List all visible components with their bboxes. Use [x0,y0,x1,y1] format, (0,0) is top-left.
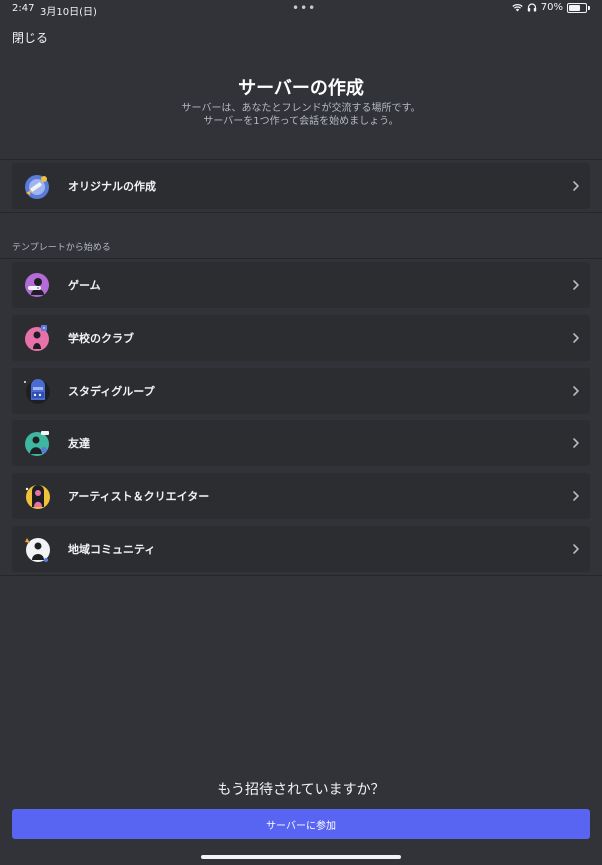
template-label: 学校のクラブ [68,332,134,345]
status-bar: 2:47 3月10日(日) ••• 70% [0,0,602,18]
wifi-icon [512,4,523,12]
already-invited-heading: もう招待されていますか？ [217,782,385,798]
battery-percent: 70% [540,2,563,13]
chevron-right-icon [573,181,579,191]
chevron-right-icon [573,438,579,448]
status-indicators: 70% [512,2,590,13]
subtitle-line-2: サーバーを1つ作って会話を始めましょう。 [203,116,399,127]
page-title: サーバーの作成 [238,78,364,99]
chevron-right-icon [573,386,579,396]
chevron-right-icon [573,491,579,501]
template-label: アーティスト＆クリエイター [68,490,210,503]
divider [0,575,602,576]
chevron-right-icon [573,280,579,290]
battery-cap [588,5,590,10]
page-subtitle: サーバーは、あなたとフレンドが交流する場所です。 サーバーを1つ作って会話を始め… [0,102,602,128]
battery-icon [567,2,587,13]
template-row-local-community[interactable]: 地域コミュニティ [12,526,590,572]
divider [0,212,602,213]
create-own-label: オリジナルの作成 [68,180,156,193]
template-section-label: テンプレートから始める [12,243,111,253]
school-club-icon [22,323,52,353]
template-row-friends[interactable]: 友達 [12,420,590,466]
chevron-right-icon [573,333,579,343]
divider [0,159,602,160]
template-label: 友達 [68,437,90,450]
status-time: 2:47 [12,3,35,14]
template-label: スタディグループ [68,385,155,398]
template-label: ゲーム [68,279,101,292]
status-date: 3月10日(日) [40,7,97,18]
artists-creators-icon [22,481,52,511]
study-group-icon [22,376,52,406]
home-indicator[interactable] [201,855,401,859]
friends-icon [22,428,52,458]
gaming-icon [22,270,52,300]
headphones-icon [527,3,536,12]
create-own-server-row[interactable]: オリジナルの作成 [12,163,590,209]
local-community-icon [22,534,52,564]
close-button[interactable]: 閉じる [12,29,48,46]
divider [0,258,602,259]
template-row-study-group[interactable]: スタディグループ [12,368,590,414]
join-server-button[interactable]: サーバーに参加 [12,809,590,839]
battery-level [569,4,581,11]
template-row-artists-creators[interactable]: アーティスト＆クリエイター [12,473,590,519]
template-row-gaming[interactable]: ゲーム [12,262,590,308]
template-label: 地域コミュニティ [68,543,156,556]
chevron-right-icon [573,544,579,554]
subtitle-line-1: サーバーは、あなたとフレンドが交流する場所です。 [181,103,421,114]
multitasking-dots[interactable]: ••• [292,1,316,15]
template-row-school-club[interactable]: 学校のクラブ [12,315,590,361]
original-server-icon [22,171,52,201]
